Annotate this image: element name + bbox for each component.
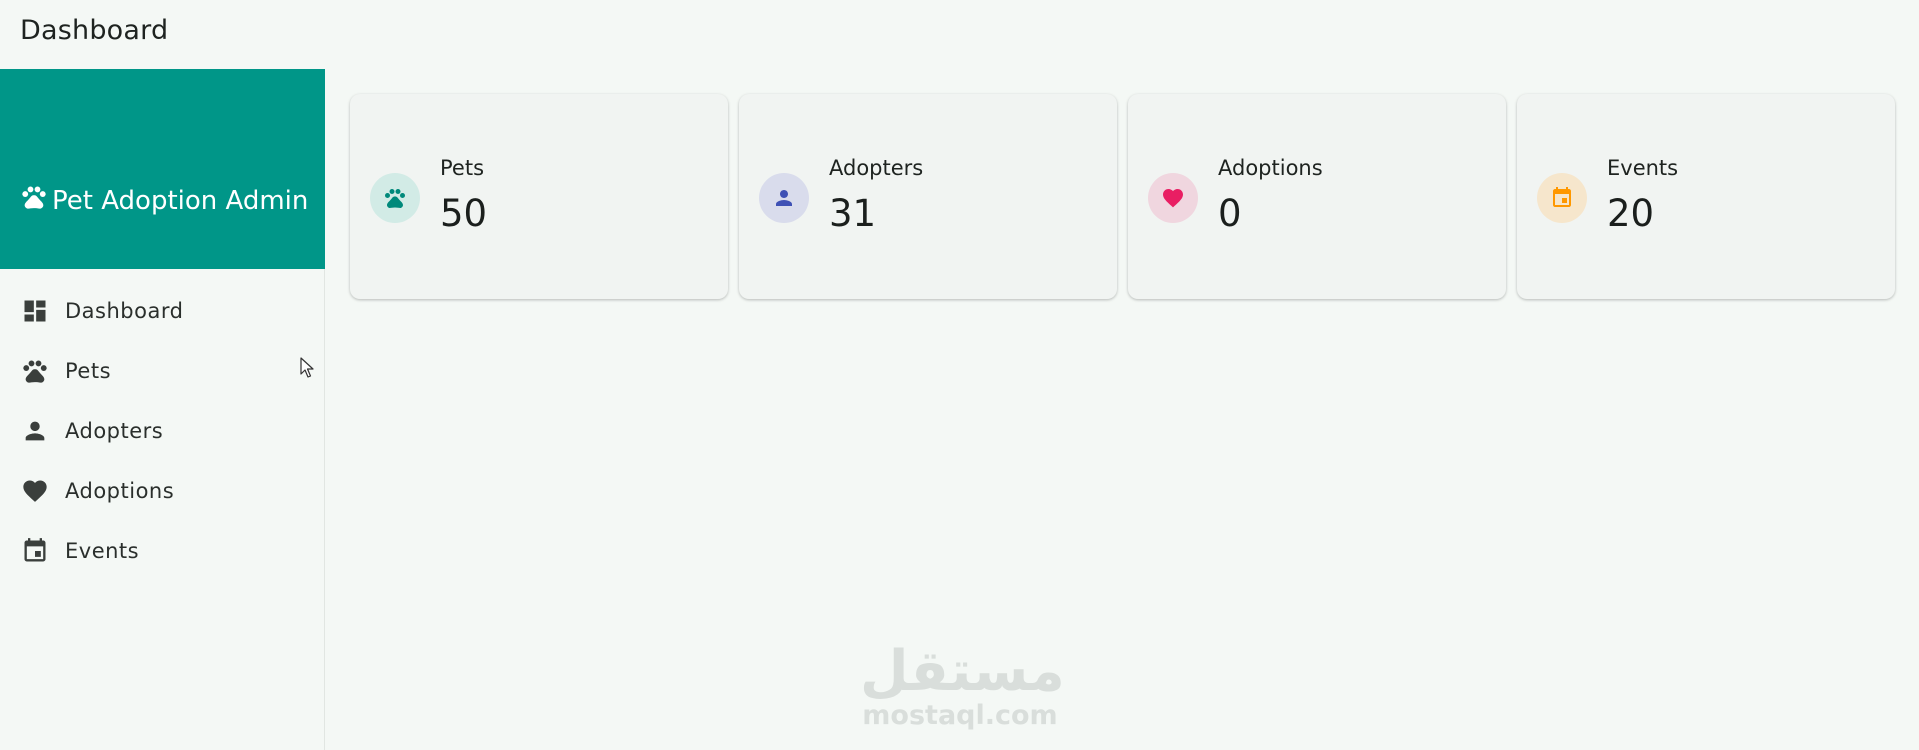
stat-card-adoptions[interactable]: Adoptions 0 [1128, 94, 1506, 299]
watermark-latin: mostaql.com [862, 700, 1058, 731]
sidebar-item-pets[interactable]: Pets [0, 341, 324, 401]
sidebar-item-label: Adopters [65, 419, 164, 443]
stat-label: Adopters [829, 156, 924, 180]
stat-value: 31 [829, 192, 877, 235]
watermark-arabic: مستقل [860, 639, 1065, 704]
person-icon [776, 190, 792, 206]
sidebar-item-label: Pets [65, 359, 112, 383]
stat-label: Events [1607, 156, 1679, 180]
stat-value: 0 [1218, 192, 1242, 235]
heart-icon [1163, 189, 1183, 208]
stat-value: 20 [1607, 192, 1655, 235]
stat-card-pets[interactable]: Pets 50 [350, 94, 728, 299]
stat-badge [1148, 173, 1198, 223]
sidebar: Pet Adoption Admin Dashboard Pets Adopte [0, 69, 325, 750]
brand-title: Pet Adoption Admin [20, 183, 310, 220]
sidebar-item-label: Adoptions [65, 479, 175, 503]
sidebar-header: Pet Adoption Admin [0, 69, 325, 269]
sidebar-item-dashboard[interactable]: Dashboard [0, 281, 324, 341]
sidebar-item-label: Events [65, 539, 140, 563]
app-bar: Dashboard [0, 0, 1919, 69]
mouse-cursor-icon [300, 357, 314, 378]
stat-badge [370, 173, 420, 223]
stat-label: Pets [440, 156, 485, 180]
page-title: Dashboard [20, 15, 169, 46]
stat-label: Adoptions [1218, 156, 1323, 180]
heart-icon [23, 480, 47, 502]
stat-value: 50 [440, 192, 488, 235]
sidebar-item-adoptions[interactable]: Adoptions [0, 461, 324, 521]
stat-card-adopters[interactable]: Adopters 31 [739, 94, 1117, 299]
calendar-icon [24, 538, 46, 562]
stat-card-events[interactable]: Events 20 [1517, 94, 1895, 299]
brand-label: Pet Adoption Admin [52, 186, 309, 216]
dashboard-icon [24, 300, 46, 322]
paw-icon [22, 186, 46, 209]
stat-badge [1537, 173, 1587, 223]
paw-icon [385, 189, 405, 209]
watermark: مستقل mostaql.com [860, 639, 1065, 731]
sidebar-item-events[interactable]: Events [0, 521, 324, 581]
person-icon [25, 421, 45, 441]
sidebar-item-adopters[interactable]: Adopters [0, 401, 324, 461]
calendar-icon [1553, 187, 1571, 207]
stat-badge [759, 173, 809, 223]
sidebar-item-label: Dashboard [65, 299, 184, 323]
paw-icon [23, 360, 47, 383]
sidebar-nav: Dashboard Pets Adopters Adoptions Events [0, 281, 324, 581]
